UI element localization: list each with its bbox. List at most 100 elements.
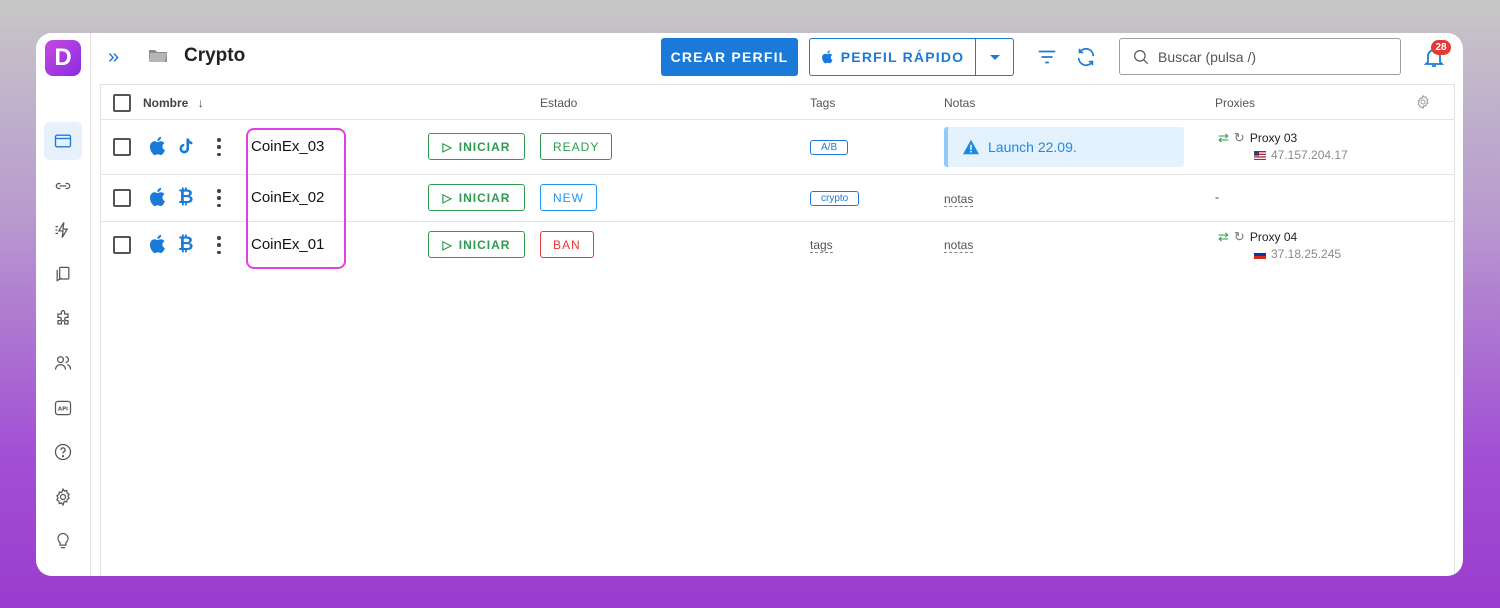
select-all-checkbox[interactable]	[113, 94, 131, 112]
browser-profiles-icon	[54, 134, 72, 148]
sidebar-item-team[interactable]	[44, 344, 82, 382]
column-notes-header: Notas	[944, 96, 976, 110]
proxy-empty[interactable]: -	[1215, 190, 1219, 204]
automation-icon	[55, 222, 69, 238]
quick-profile-label: PERFIL RÁPIDO	[840, 49, 965, 65]
play-icon: ▷	[442, 190, 453, 205]
proxy-ip: 37.18.25.245	[1271, 247, 1342, 261]
extensions-icon	[57, 310, 69, 325]
tips-icon	[57, 532, 69, 549]
proxy-name: Proxy 03	[1249, 131, 1298, 145]
profiles-table: Nombre ↓ Estado Tags Notas Proxies CoinE…	[100, 84, 1455, 576]
apple-icon	[150, 234, 165, 254]
sidebar-item-bookmarks[interactable]	[44, 255, 82, 293]
table-row[interactable]: ₿ CoinEx_01 ▷ INICIAR BAN tags notas ⇄ ↻…	[101, 222, 1454, 270]
sidebar-item-profiles[interactable]	[44, 122, 82, 160]
proxy-name: Proxy 04	[1249, 230, 1298, 244]
apple-icon	[150, 136, 165, 156]
row-menu-icon[interactable]	[216, 138, 222, 156]
row-menu-icon[interactable]	[216, 189, 222, 207]
app-logo[interactable]: D	[45, 40, 81, 76]
filter-icon[interactable]	[1036, 46, 1058, 68]
sidebar-item-links[interactable]	[44, 167, 82, 205]
sidebar-item-api[interactable]: API	[44, 389, 82, 427]
start-button[interactable]: ▷ INICIAR	[428, 133, 525, 160]
table-header: Nombre ↓ Estado Tags Notas Proxies	[101, 85, 1454, 120]
refresh-icon: ↻	[1233, 130, 1245, 145]
status-badge[interactable]: READY	[540, 133, 613, 160]
settings-icon	[56, 487, 70, 507]
search-box	[1119, 38, 1401, 75]
column-settings-icon[interactable]	[1415, 94, 1431, 110]
play-icon: ▷	[442, 139, 453, 154]
bitcoin-icon: ₿	[178, 233, 194, 255]
search-input[interactable]	[1158, 48, 1378, 65]
apple-icon	[150, 187, 165, 207]
apple-icon	[821, 50, 833, 64]
proxy-ip: 47.157.204.17	[1271, 148, 1348, 162]
quick-profile-button-group: PERFIL RÁPIDO	[809, 38, 1014, 76]
tag-chip[interactable]: A/B	[810, 140, 849, 155]
play-icon: ▷	[442, 237, 453, 252]
row-checkbox[interactable]	[113, 189, 131, 207]
column-proxies-header: Proxies	[1215, 96, 1256, 110]
column-name-header[interactable]: Nombre ↓	[143, 96, 204, 110]
note-banner[interactable]: Launch 22.09.	[944, 127, 1184, 167]
search-icon	[1134, 49, 1149, 64]
start-button[interactable]: ▷ INICIAR	[428, 184, 525, 211]
sidebar-item-tips[interactable]	[44, 522, 82, 560]
row-checkbox[interactable]	[113, 236, 131, 254]
quick-profile-dropdown[interactable]	[975, 39, 1013, 75]
notifications-badge: 28	[1431, 40, 1451, 55]
row-menu-icon[interactable]	[216, 236, 222, 254]
status-badge[interactable]: BAN	[540, 231, 594, 258]
sidebar-item-settings[interactable]	[44, 478, 82, 516]
expand-sidebar-icon[interactable]: »	[108, 46, 119, 69]
status-badge[interactable]: NEW	[540, 184, 597, 211]
swap-icon: ⇄	[1218, 130, 1229, 145]
row-checkbox[interactable]	[113, 138, 131, 156]
top-bar: » Crypto CREAR PERFIL PERFIL RÁPIDO Busc…	[92, 33, 1463, 83]
proxy-cell[interactable]: ⇄ ↻ Proxy 03 47.157.204.17	[1218, 130, 1348, 164]
tags-placeholder[interactable]: tags	[810, 238, 833, 253]
profile-name[interactable]: CoinEx_01	[251, 236, 324, 253]
tiktok-icon	[179, 138, 193, 154]
refresh-icon[interactable]	[1075, 46, 1097, 68]
column-status-header: Estado	[540, 96, 578, 110]
profile-name[interactable]: CoinEx_02	[251, 189, 324, 206]
page-title: Crypto	[184, 45, 246, 66]
sidebar-item-automation[interactable]	[44, 211, 82, 249]
main-area: » Crypto CREAR PERFIL PERFIL RÁPIDO Busc…	[92, 33, 1463, 576]
refresh-icon: ↻	[1233, 229, 1245, 244]
column-tags-header: Tags	[810, 96, 836, 110]
profile-name[interactable]: CoinEx_03	[251, 138, 324, 155]
chevron-down-icon	[989, 54, 1000, 60]
ru-flag-icon	[1254, 249, 1266, 259]
bitcoin-icon: ₿	[178, 186, 194, 208]
warning-icon	[963, 139, 979, 155]
notes-placeholder[interactable]: notas	[944, 192, 974, 207]
svg-text:API: API	[58, 407, 68, 413]
create-profile-button[interactable]: CREAR PERFIL	[661, 38, 798, 76]
notes-placeholder[interactable]: notas	[944, 238, 974, 253]
start-button[interactable]: ▷ INICIAR	[428, 231, 525, 258]
help-icon	[54, 443, 72, 461]
folder-icon	[149, 50, 167, 62]
bookmarks-icon	[56, 266, 70, 282]
tag-chip[interactable]: crypto	[810, 191, 860, 206]
app-window: D API » Crypto CREAR PERFIL PERFIL RÁPID…	[36, 33, 1463, 576]
proxy-cell[interactable]: ⇄ ↻ Proxy 04 37.18.25.245	[1218, 229, 1341, 263]
quick-profile-button[interactable]: PERFIL RÁPIDO	[810, 39, 975, 75]
api-icon: API	[54, 400, 72, 416]
sidebar-item-help[interactable]	[44, 433, 82, 471]
link-icon	[55, 182, 71, 190]
swap-icon: ⇄	[1218, 229, 1229, 244]
team-icon	[54, 356, 72, 370]
us-flag-icon	[1254, 150, 1266, 160]
table-row[interactable]: ₿ CoinEx_02 ▷ INICIAR NEW crypto notas -	[101, 175, 1454, 222]
sidebar-item-extensions[interactable]	[44, 300, 82, 338]
table-row[interactable]: CoinEx_03 ▷ INICIAR READY A/B Launch 22.…	[101, 120, 1454, 175]
note-text: Launch 22.09.	[988, 139, 1077, 155]
sidebar: D API	[36, 33, 91, 576]
sort-arrow-down-icon: ↓	[197, 96, 204, 110]
